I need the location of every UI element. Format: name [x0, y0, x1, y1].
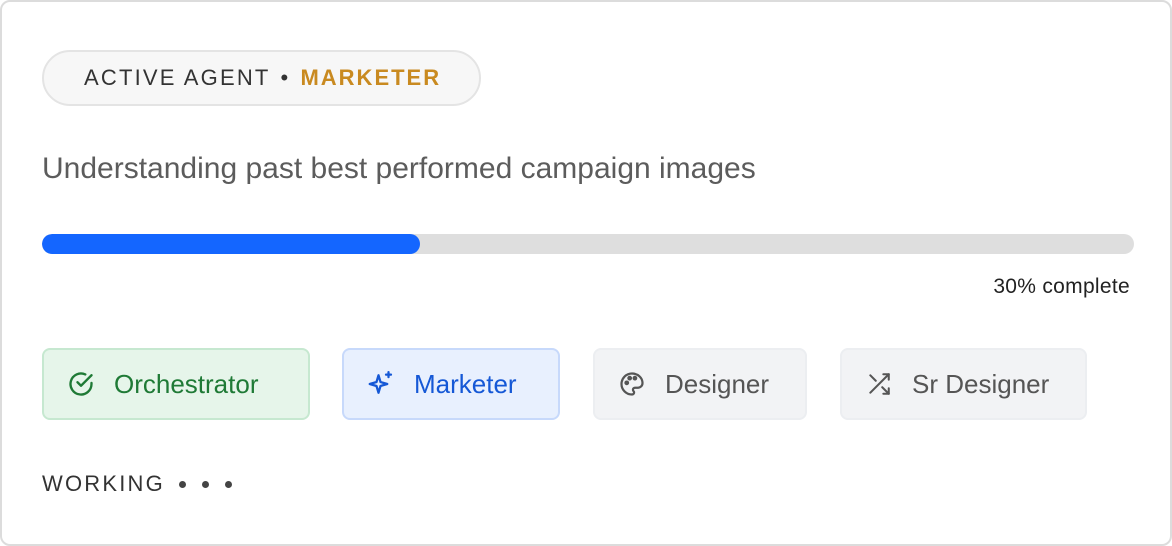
working-status: WORKING [42, 471, 248, 497]
agent-chip-designer[interactable]: Designer [593, 348, 807, 420]
active-agent-badge: ACTIVE AGENT • MARKETER [42, 50, 482, 106]
loading-dots-icon [178, 480, 248, 488]
progress-bar [42, 234, 1134, 254]
loading-dot [201, 480, 209, 488]
active-agent-label: ACTIVE AGENT [84, 65, 271, 90]
loading-dot [224, 480, 232, 488]
agent-chip-label: Sr Designer [912, 368, 1050, 399]
badge-separator: • [280, 65, 291, 90]
agent-progress-card: ACTIVE AGENT • MARKETER Understanding pa… [0, 0, 1172, 546]
shuffle-icon [864, 369, 894, 399]
progress-label: 30% complete [993, 275, 1130, 298]
agent-chip-sr-designer[interactable]: Sr Designer [840, 348, 1087, 420]
agent-chip-orchestrator[interactable]: Orchestrator [42, 348, 310, 420]
palette-icon [617, 369, 647, 399]
agent-chip-label: Orchestrator [114, 368, 259, 399]
loading-dot [178, 480, 186, 488]
working-label: WORKING [42, 471, 165, 496]
agent-chip-marketer[interactable]: Marketer [342, 348, 560, 420]
agent-chip-label: Designer [665, 368, 770, 399]
agent-chip-label: Marketer [414, 368, 517, 399]
check-circle-icon [66, 369, 96, 399]
progress-bar-fill [42, 234, 420, 254]
active-agent-role: MARKETER [300, 65, 442, 90]
sparkle-icon [366, 369, 396, 399]
task-description: Understanding past best performed campai… [42, 152, 756, 185]
